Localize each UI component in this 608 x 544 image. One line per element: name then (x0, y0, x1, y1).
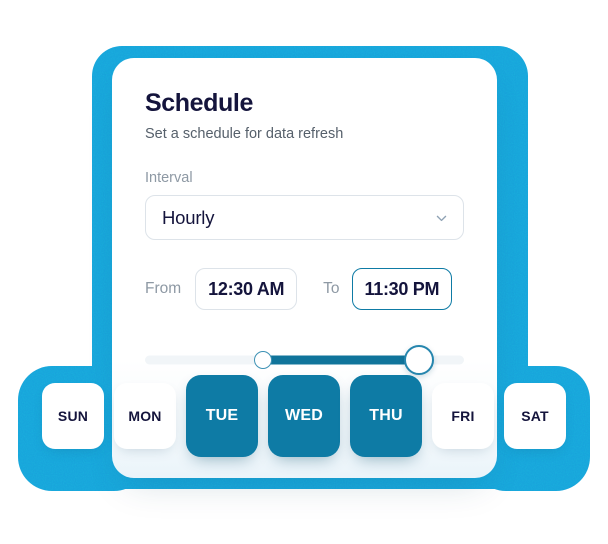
from-time-field[interactable]: 12:30 AM (195, 268, 298, 310)
day-chip-fri[interactable]: FRI (432, 383, 494, 449)
page-subtitle: Set a schedule for data refresh (145, 126, 344, 142)
day-chip-thu[interactable]: THU (350, 375, 422, 457)
day-chip-label: MON (128, 408, 162, 424)
day-chip-label: TUE (205, 407, 239, 424)
day-chip-label: FRI (451, 408, 475, 424)
page-title: Schedule (145, 89, 253, 117)
interval-select[interactable]: Hourly (145, 195, 464, 240)
day-chip-tue[interactable]: TUE (186, 375, 258, 457)
day-chip-label: WED (285, 407, 323, 424)
to-time-field[interactable]: 11:30 PM (351, 268, 453, 310)
day-selector: SUN MON TUE WED THU FRI SAT (0, 370, 608, 462)
day-chip-label: THU (369, 407, 403, 424)
to-label: To (323, 280, 340, 297)
interval-selected-value: Hourly (162, 206, 215, 228)
slider-handle-start[interactable] (254, 351, 273, 369)
day-chip-mon[interactable]: MON (114, 383, 176, 449)
interval-label: Interval (145, 170, 193, 186)
day-chip-label: SAT (521, 408, 549, 424)
chevron-down-icon (435, 211, 448, 224)
day-chip-sat[interactable]: SAT (504, 383, 566, 449)
day-chip-label: SUN (57, 408, 89, 424)
from-time-value: 12:30 AM (208, 278, 285, 299)
day-chip-sun[interactable]: SUN (42, 383, 104, 449)
to-time-value: 11:30 PM (364, 278, 440, 299)
slider-track-fill (263, 355, 420, 365)
from-label: From (145, 280, 182, 297)
screenshot-stage: Schedule Set a schedule for data refresh… (0, 0, 608, 544)
day-chip-wed[interactable]: WED (268, 375, 340, 457)
time-range-row: From 12:30 AM To 11:30 PM (145, 268, 464, 310)
